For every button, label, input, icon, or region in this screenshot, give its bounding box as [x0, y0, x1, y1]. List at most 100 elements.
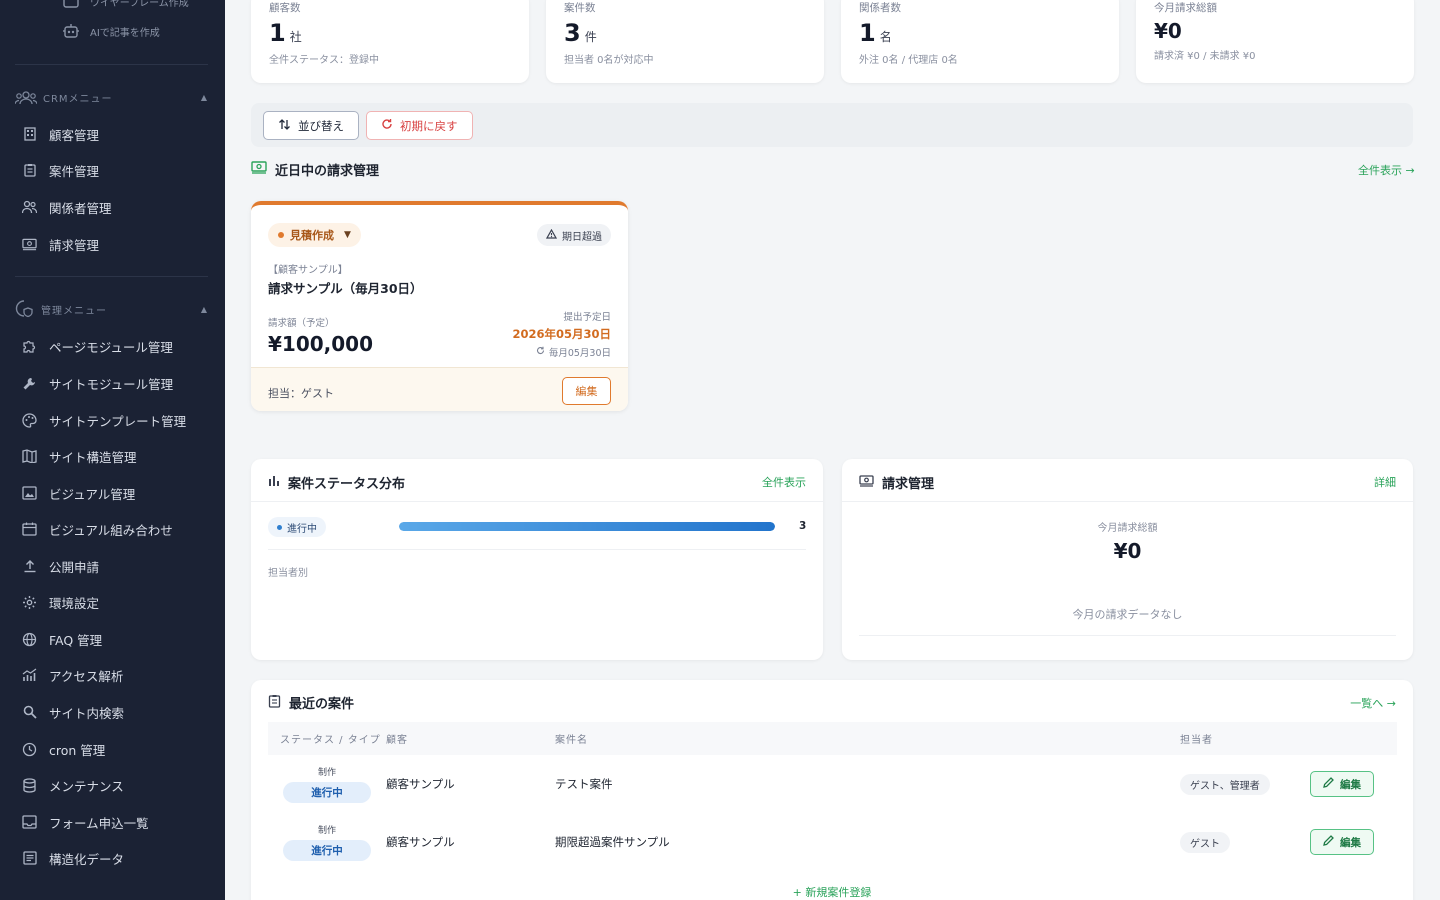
sidebar-item-settings[interactable]: 環境設定	[22, 592, 99, 612]
list-icon	[22, 851, 37, 866]
sidebar-item-billing[interactable]: 請求管理	[22, 234, 99, 254]
sidebar-item-ai-article[interactable]: AIで記事を作成	[0, 16, 225, 46]
edit-label: 編集	[1340, 778, 1361, 791]
repeat-icon	[536, 346, 545, 358]
stat-value: 1	[269, 19, 286, 47]
invoice-repeat-label: 毎月05月30日	[548, 348, 611, 359]
sidebar-item-publish-request[interactable]: 公開申請	[22, 556, 99, 576]
panel-title-text: 最近の案件	[289, 697, 355, 712]
sidebar-item-site-search[interactable]: サイト内検索	[22, 702, 124, 722]
sidebar-item-customers[interactable]: 顧客管理	[22, 124, 99, 144]
clock-icon	[22, 742, 37, 757]
table-row[interactable]: 制作 進行中 顧客サンプル 期限超過案件サンプル ゲスト 編集	[268, 813, 1397, 871]
globe-icon	[22, 632, 37, 647]
invoice-due-label: 提出予定日	[563, 312, 611, 323]
invoice-card[interactable]: 見積作成 ▼ 期日超過 【顧客サンプル】 請求サンプル（毎月30日） 請求額（予…	[251, 201, 628, 411]
invoice-client: 【顧客サンプル】	[268, 265, 348, 276]
panel-title: 請求管理	[859, 473, 934, 492]
crm-menu-header[interactable]: CRMメニュー ▲	[15, 90, 208, 105]
billing-details-link[interactable]: 詳細	[1374, 474, 1396, 490]
case-edit-button[interactable]: 編集	[1310, 829, 1374, 855]
stat-unit: 社	[289, 30, 302, 44]
upcoming-invoices-title: 近日中の請求管理	[251, 160, 379, 179]
upload-icon	[22, 559, 37, 574]
overdue-badge: 期日超過	[537, 224, 611, 246]
case-name[interactable]: 期限超過案件サンプル	[555, 813, 1180, 871]
action-cell: 編集	[1310, 755, 1397, 813]
invoice-amount-label: 請求額（予定）	[268, 318, 335, 329]
sidebar-item-label: サイト構造管理	[49, 449, 137, 465]
sort-button[interactable]: 並び替え	[263, 111, 359, 140]
sidebar-item-analytics[interactable]: アクセス解析	[22, 665, 123, 685]
invoice-edit-button[interactable]: 編集	[562, 377, 611, 405]
admin-menu-header[interactable]: 管理メニュー ▲	[15, 300, 208, 318]
invoices-view-all-link[interactable]: 全件表示 →	[1358, 162, 1415, 178]
sidebar-item-stakeholders[interactable]: 関係者管理	[22, 197, 112, 217]
database-icon	[22, 777, 37, 793]
collapse-caret-icon: ▲	[200, 304, 208, 314]
sidebar-item-site-modules[interactable]: サイトモジュール管理	[22, 373, 173, 393]
calendar-icon	[22, 522, 37, 537]
case-edit-button[interactable]: 編集	[1310, 771, 1374, 797]
inbox-icon	[22, 815, 37, 830]
sidebar-item-visuals[interactable]: ビジュアル管理	[22, 483, 135, 503]
sidebar-item-page-modules[interactable]: ページモジュール管理	[22, 336, 173, 356]
sidebar-item-maintenance[interactable]: メンテナンス	[22, 775, 124, 795]
owner-cell: ゲスト、管理者	[1180, 755, 1310, 813]
stat-card-cases[interactable]: 案件数 3件 担当者 0名が対応中	[546, 0, 824, 83]
sidebar-item-faq[interactable]: FAQ 管理	[22, 629, 102, 649]
column-header[interactable]: 案件名	[555, 722, 1180, 755]
table-row[interactable]: 制作 進行中 顧客サンプル テスト案件 ゲスト、管理者 編集	[268, 755, 1397, 813]
invoice-amount: ¥100,000	[268, 332, 374, 356]
owner-cell: ゲスト	[1180, 813, 1310, 871]
stat-card-monthly-billing[interactable]: 今月請求総額 ¥0 請求済 ¥0 / 未請求 ¥0	[1136, 0, 1414, 83]
sidebar-item-structured-data[interactable]: 構造化データ	[22, 848, 124, 868]
panel-title: 案件ステータス分布	[268, 473, 405, 492]
sidebar-item-label: サイトテンプレート管理	[49, 413, 187, 429]
sort-label: 並び替え	[298, 118, 344, 133]
status-pill: 進行中	[268, 517, 326, 537]
sidebar-item-cron[interactable]: cron 管理	[22, 739, 105, 759]
table-header-row: ステータス / タイプ 顧客 案件名 担当者	[268, 722, 1397, 755]
invoice-status-dropdown[interactable]: 見積作成 ▼	[268, 223, 361, 247]
section-title-text: 近日中の請求管理	[275, 164, 380, 179]
sidebar-item-site-templates[interactable]: サイトテンプレート管理	[22, 410, 186, 430]
sidebar-item-visual-combos[interactable]: ビジュアル組み合わせ	[22, 519, 173, 539]
column-header[interactable]: ステータス / タイプ	[268, 722, 386, 755]
reset-label: 初期に戻す	[400, 118, 458, 133]
status-progress-fill	[399, 522, 775, 531]
sidebar-item-site-structure[interactable]: サイト構造管理	[22, 446, 137, 466]
column-header[interactable]: 顧客	[386, 722, 555, 755]
sidebar-item-form-submissions[interactable]: フォーム申込一覧	[22, 812, 149, 832]
divider	[268, 549, 806, 550]
layout-icon	[62, 0, 80, 9]
status-view-all-link[interactable]: 全件表示	[762, 474, 806, 490]
main-content: 顧客数 1社 全件ステータス：登録中 案件数 3件 担当者 0名が対応中 関係者…	[225, 0, 1440, 900]
map-icon	[22, 449, 37, 464]
stat-card-customers[interactable]: 顧客数 1社 全件ステータス：登録中	[251, 0, 529, 83]
case-type: 制作	[317, 768, 336, 778]
case-name[interactable]: テスト案件	[555, 755, 1180, 813]
column-header[interactable]: 担当者	[1180, 722, 1310, 755]
stat-unit: 件	[584, 30, 597, 44]
stat-label: 案件数	[564, 2, 596, 14]
invoice-repeat: 毎月05月30日	[536, 345, 611, 359]
sidebar-item-wireframe[interactable]: ワイヤーフレーム作成	[0, 0, 225, 16]
panel-title: 最近の案件	[268, 693, 354, 712]
cases-list-link[interactable]: 一覧へ →	[1350, 695, 1396, 711]
new-case-link[interactable]: + 新規案件登録	[251, 884, 1413, 900]
stat-card-stakeholders[interactable]: 関係者数 1名 外注 0名 / 代理店 0名	[841, 0, 1119, 83]
search-icon	[22, 705, 37, 720]
reset-button[interactable]: 初期に戻す	[366, 111, 473, 140]
case-type: 制作	[317, 826, 336, 836]
sidebar-item-label: メンテナンス	[49, 778, 124, 794]
status-progress-bar	[399, 522, 775, 531]
sidebar-item-label: 環境設定	[49, 595, 100, 611]
sort-arrows-icon	[278, 118, 291, 134]
invoice-status-label: 見積作成	[290, 229, 334, 242]
stat-sub: 全件ステータス：登録中	[269, 55, 379, 66]
sidebar-item-label: 構造化データ	[49, 851, 125, 867]
sidebar-item-cases[interactable]: 案件管理	[22, 160, 99, 180]
wrench-icon	[22, 376, 37, 391]
status-count: 3	[799, 520, 807, 532]
